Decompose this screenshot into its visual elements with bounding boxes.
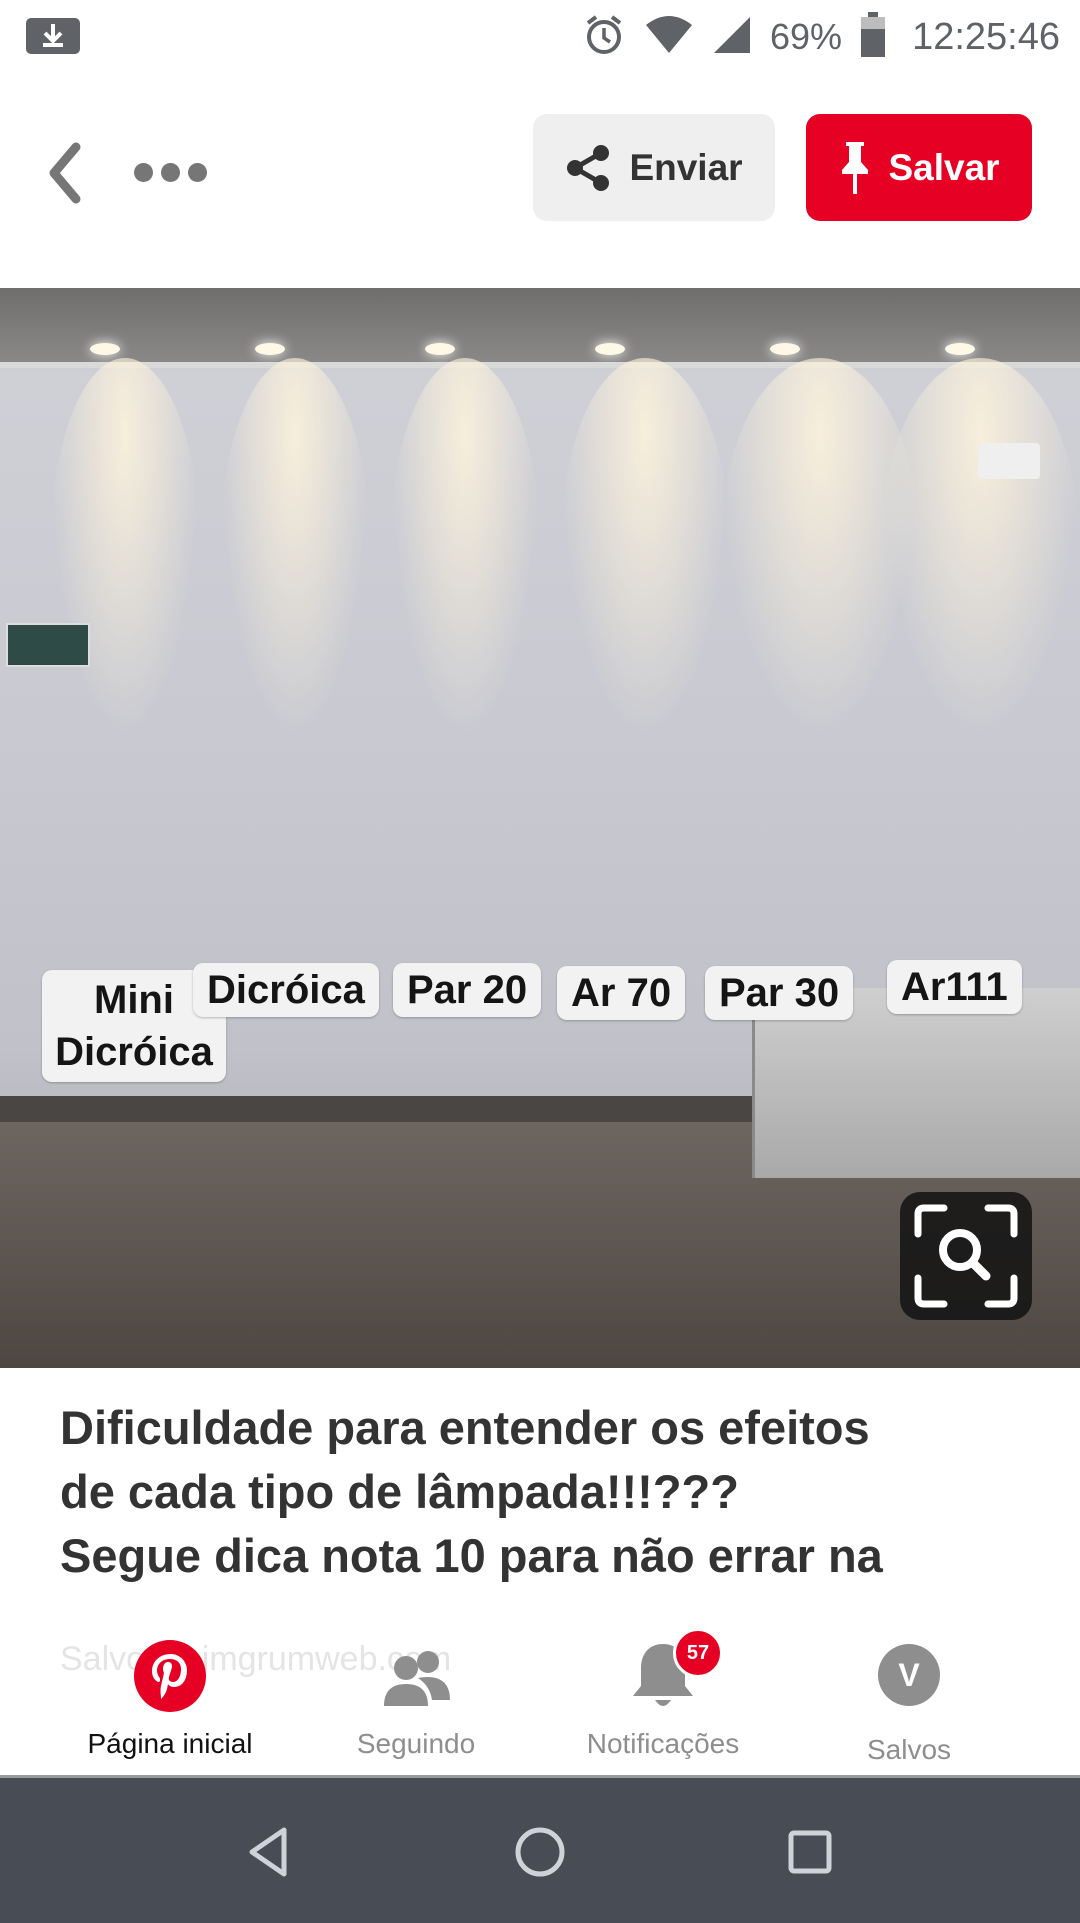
- save-button[interactable]: Salvar: [806, 114, 1032, 221]
- lamp-label: Ar111: [887, 960, 1022, 1014]
- lamp-label: Par 30: [705, 966, 854, 1020]
- status-bar: 69% 12:25:46: [0, 0, 1080, 75]
- recents-square-icon[interactable]: [778, 1820, 842, 1884]
- back-button[interactable]: [36, 133, 96, 213]
- nav-home-label: Página inicial: [87, 1728, 253, 1759]
- exit-sign: [6, 623, 90, 667]
- ellipsis-icon: [134, 162, 153, 182]
- chevron-left-icon: [49, 142, 81, 204]
- signal-icon: [712, 15, 752, 60]
- nav-following[interactable]: Seguindo: [296, 1638, 536, 1760]
- clock: 12:25:46: [912, 15, 1060, 58]
- visual-search-button[interactable]: [900, 1192, 1032, 1320]
- pin-header: Enviar Salvar: [0, 75, 1080, 287]
- lamp-label: Ar 70: [557, 966, 686, 1020]
- home-circle-icon[interactable]: [508, 1820, 572, 1884]
- pin-image[interactable]: Mini Dicróica Dicróica Par 20 Ar 70 Par …: [0, 288, 1080, 1368]
- lamp-label: Par 20: [393, 963, 542, 1017]
- battery-percent: 69%: [770, 16, 843, 57]
- lamp-label: Dicróica: [193, 963, 379, 1017]
- pin-description: Dificuldade para entender os efeitos de …: [60, 1401, 883, 1582]
- nav-saved[interactable]: V Salvos: [789, 1638, 1029, 1766]
- nav-following-label: Seguindo: [356, 1728, 476, 1759]
- notification-badge: 57: [673, 1628, 723, 1678]
- nav-saved-label: Salvos: [866, 1734, 952, 1765]
- bottom-navigation: Página inicial Seguindo 57 Notificações …: [0, 1618, 1080, 1775]
- more-options-button[interactable]: [134, 155, 224, 189]
- download-icon: [26, 18, 80, 54]
- wifi-icon: [644, 13, 694, 62]
- nav-home[interactable]: Página inicial: [50, 1638, 290, 1760]
- back-triangle-icon[interactable]: [238, 1820, 302, 1884]
- alarm-icon: [582, 13, 626, 62]
- save-label: Salvar: [888, 146, 1000, 188]
- pin-icon: [842, 141, 869, 194]
- people-icon: [378, 1638, 454, 1714]
- pinterest-logo-icon: [132, 1638, 208, 1714]
- lens-search-icon: [914, 1204, 1018, 1308]
- nav-notifications-label: Notificações: [586, 1728, 740, 1759]
- system-navigation-bar: [0, 1775, 1080, 1923]
- send-button[interactable]: Enviar: [533, 114, 775, 221]
- send-label: Enviar: [629, 146, 743, 188]
- bell-icon: 57: [625, 1628, 723, 1714]
- share-icon: [567, 144, 610, 191]
- battery-icon: [860, 11, 886, 63]
- avatar: V: [878, 1644, 940, 1706]
- nav-notifications[interactable]: 57 Notificações: [543, 1628, 783, 1760]
- wall-outlet: [978, 443, 1040, 479]
